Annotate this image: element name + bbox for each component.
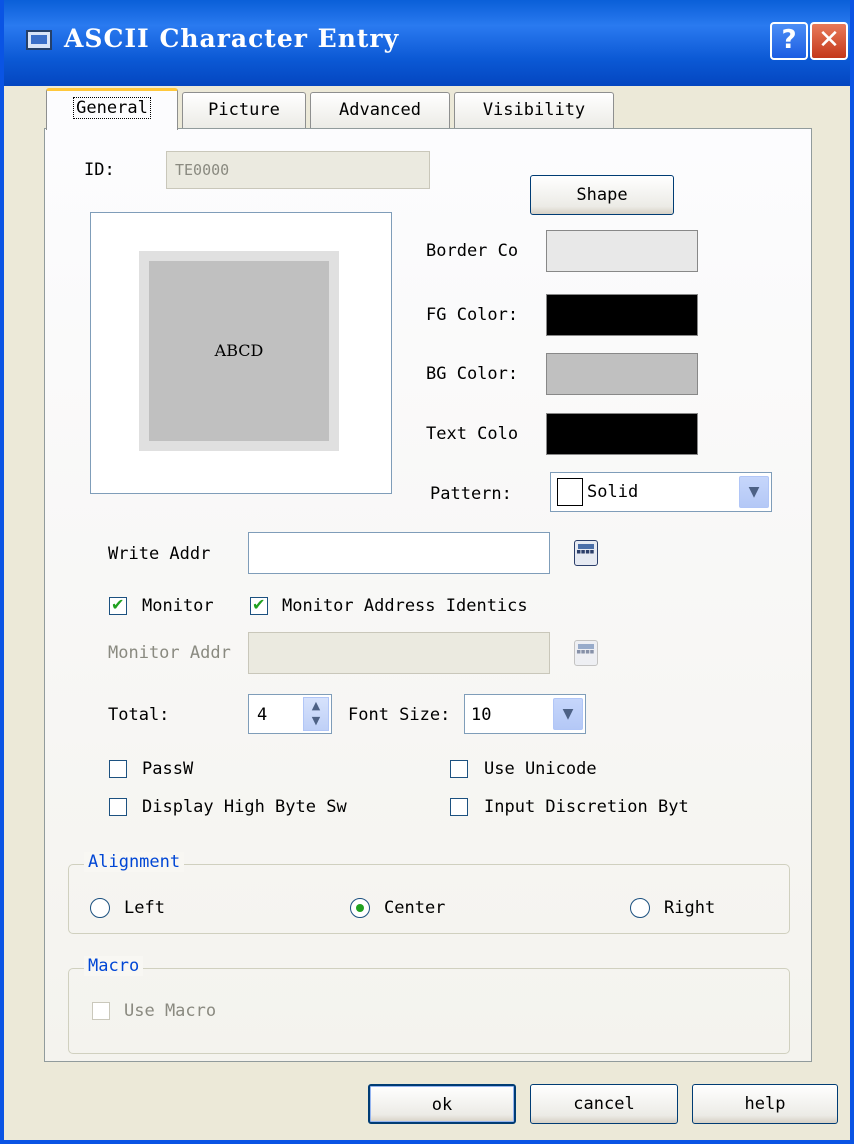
high-byte-swap-checkbox[interactable] (109, 798, 127, 816)
id-value: TE0000 (175, 161, 230, 179)
font-size-dropdown[interactable]: 10 ▼ (464, 694, 586, 734)
use-macro-label: Use Macro (124, 1001, 217, 1021)
tab-picture[interactable]: Picture (182, 92, 306, 128)
align-right-radio[interactable] (630, 898, 650, 918)
pattern-label: Pattern: (430, 484, 512, 504)
font-size-value: 10 (471, 705, 492, 725)
high-byte-swap-label: Display High Byte Sw (142, 797, 347, 817)
calculator-icon[interactable] (574, 540, 598, 566)
alignment-title: Alignment (84, 852, 185, 872)
password-label: PassW (142, 759, 194, 779)
tab-general[interactable]: General (46, 88, 178, 130)
monitor-addr-label: Monitor Addr (108, 643, 231, 663)
id-label: ID: (84, 160, 115, 180)
id-field: TE0000 (166, 151, 430, 189)
preview-text: ABCD (214, 341, 264, 360)
input-discretion-label: Input Discretion Byt (484, 797, 689, 817)
align-left-label: Left (124, 898, 165, 918)
title-bar[interactable]: ASCII Character Entry ? ✕ (4, 0, 850, 86)
preview-shape-inner: ABCD (149, 261, 329, 441)
cancel-button[interactable]: cancel (530, 1084, 678, 1124)
total-spinner[interactable]: 4 ▲ ▼ (248, 694, 332, 734)
fg-color-swatch[interactable] (546, 294, 698, 336)
fg-color-label: FG Color: (426, 305, 519, 325)
help-title-button[interactable]: ? (770, 22, 808, 60)
calculator-icon-disabled (574, 640, 598, 666)
shape-button[interactable]: Shape (530, 175, 674, 215)
text-color-swatch[interactable] (546, 413, 698, 455)
macro-title: Macro (84, 956, 144, 976)
use-unicode-label: Use Unicode (484, 759, 597, 779)
ok-button[interactable]: ok (368, 1084, 516, 1124)
total-value: 4 (257, 705, 268, 725)
write-addr-label: Write Addr (108, 544, 211, 564)
align-right-label: Right (664, 898, 716, 918)
use-macro-checkbox (92, 1002, 110, 1020)
spin-updown-icon[interactable]: ▲ ▼ (303, 697, 329, 731)
write-addr-input[interactable] (248, 532, 550, 574)
dialog-window: ASCII Character Entry ? ✕ General Pictur… (0, 0, 854, 1144)
bg-color-swatch[interactable] (546, 353, 698, 395)
input-discretion-checkbox[interactable] (450, 798, 468, 816)
total-label: Total: (108, 705, 170, 725)
border-color-swatch[interactable] (546, 230, 698, 272)
monitor-checkbox[interactable] (109, 595, 127, 615)
bg-color-label: BG Color: (426, 364, 519, 384)
tab-advanced[interactable]: Advanced (310, 92, 450, 128)
text-color-label: Text Colo (426, 424, 519, 444)
shape-preview: ABCD (90, 212, 392, 494)
pattern-value: Solid (587, 482, 639, 502)
font-size-label: Font Size: (348, 705, 451, 725)
chevron-down-icon[interactable]: ▼ (739, 476, 769, 508)
align-center-label: Center (384, 898, 446, 918)
password-checkbox[interactable] (109, 760, 127, 778)
chevron-down-icon[interactable]: ▼ (553, 698, 583, 730)
monitor-addr-input (248, 632, 550, 674)
window-title: ASCII Character Entry (64, 24, 400, 53)
align-left-radio[interactable] (90, 898, 110, 918)
align-center-radio[interactable] (350, 898, 370, 918)
monitor-label: Monitor (142, 596, 214, 616)
window-app-icon (26, 30, 52, 50)
close-button[interactable]: ✕ (810, 22, 848, 60)
monitor-identical-checkbox[interactable] (250, 595, 268, 615)
monitor-identical-label: Monitor Address Identics (282, 596, 528, 616)
pattern-swatch (557, 478, 583, 506)
use-unicode-checkbox[interactable] (450, 760, 468, 778)
preview-shape-outer: ABCD (139, 251, 339, 451)
help-button[interactable]: help (692, 1084, 838, 1124)
pattern-dropdown[interactable]: Solid ▼ (550, 472, 772, 512)
tab-visibility[interactable]: Visibility (454, 92, 614, 128)
border-color-label: Border Co (426, 241, 519, 261)
